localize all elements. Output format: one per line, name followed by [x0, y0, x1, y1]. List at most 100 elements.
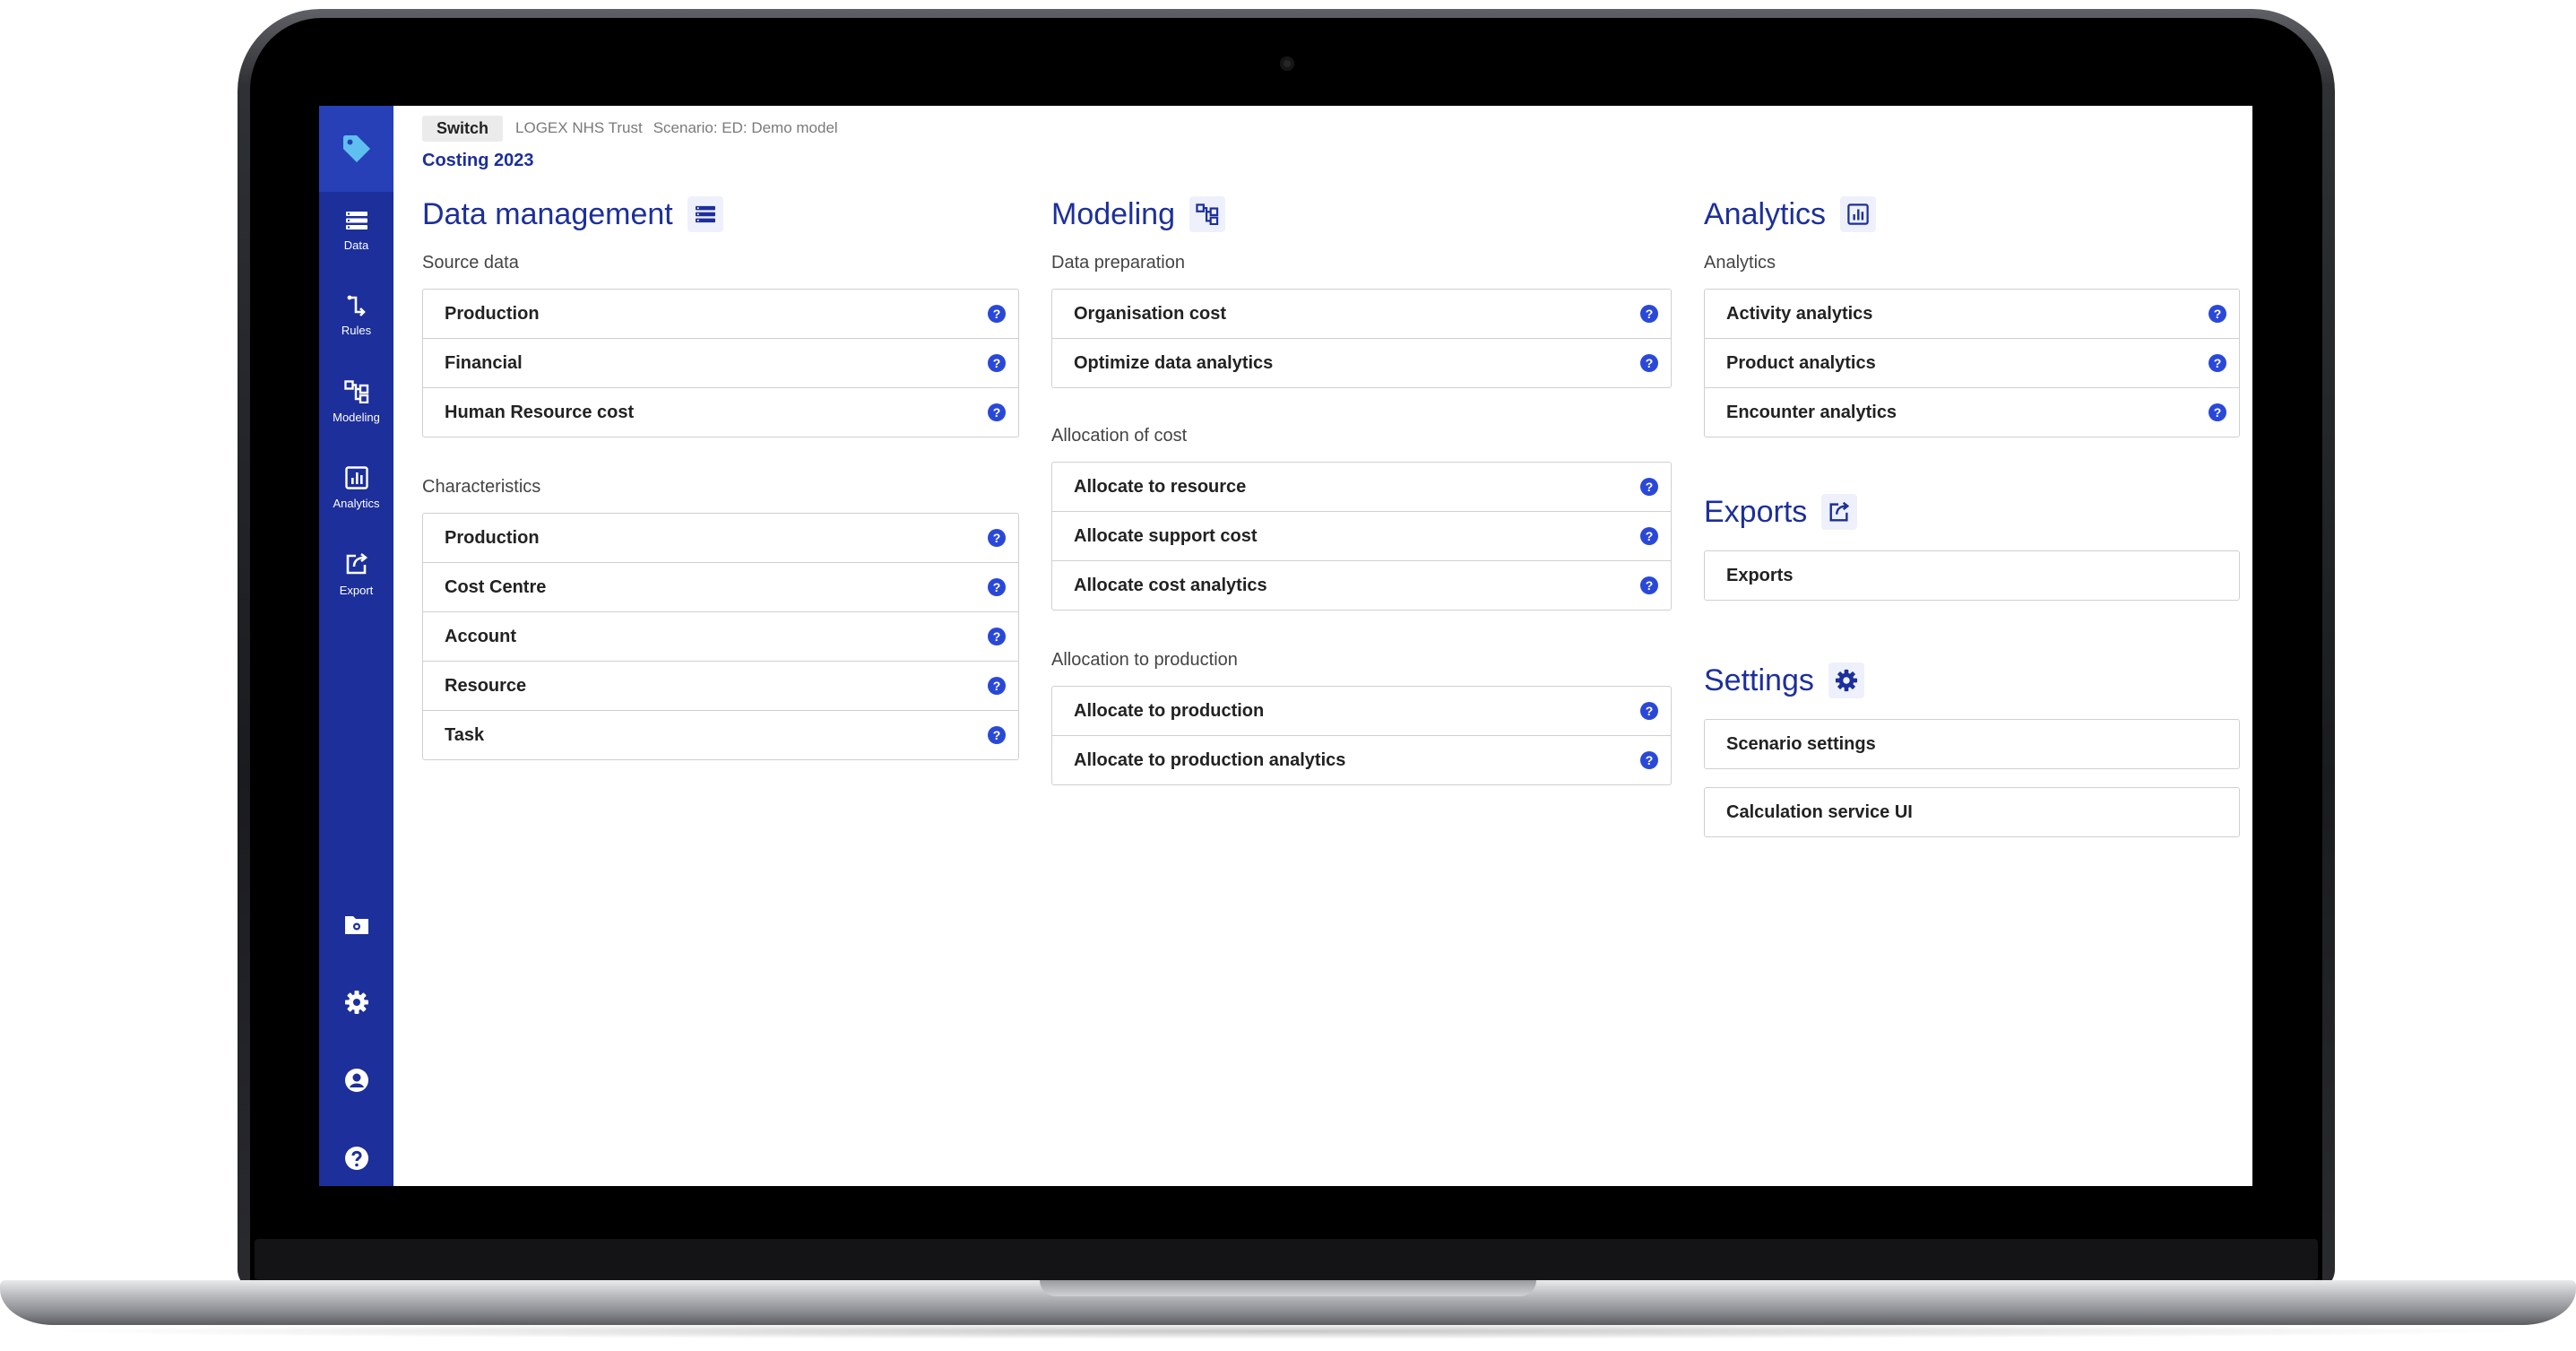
- tag-icon: [342, 135, 370, 162]
- list-item[interactable]: Organisation cost?: [1052, 290, 1671, 339]
- hierarchy-icon: [1196, 204, 1219, 225]
- list-icon: [345, 212, 367, 229]
- group-label-allocation-to-production: Allocation to production: [1051, 650, 1238, 670]
- sidebar-item-export[interactable]: Export: [319, 551, 393, 623]
- help-icon[interactable]: ?: [1640, 478, 1658, 496]
- list-item[interactable]: Allocate to production?: [1052, 687, 1671, 736]
- section-title: Data management: [422, 196, 673, 231]
- help-icon[interactable]: ?: [2209, 354, 2226, 372]
- user-button[interactable]: [319, 1062, 393, 1098]
- settings-icon-box: [1828, 663, 1864, 698]
- folder-settings-button[interactable]: [319, 906, 393, 942]
- group-label-data-preparation: Data preparation: [1051, 253, 1185, 273]
- section-title: Settings: [1704, 663, 1814, 697]
- item-label: Organisation cost: [1074, 303, 1227, 324]
- help-icon[interactable]: ?: [1640, 305, 1658, 323]
- sidebar-item-analytics[interactable]: Analytics: [319, 466, 393, 538]
- help-icon[interactable]: ?: [988, 578, 1006, 596]
- list-item[interactable]: Human Resource cost?: [423, 388, 1018, 437]
- item-label: Allocate to resource: [1074, 476, 1247, 497]
- list-item[interactable]: Allocate to resource?: [1052, 463, 1671, 512]
- list-item[interactable]: Account?: [423, 612, 1018, 662]
- calculation-service-card: Calculation service UI: [1704, 787, 2240, 837]
- hierarchy-icon: [343, 380, 368, 403]
- help-icon[interactable]: ?: [1640, 576, 1658, 594]
- data-management-heading: Data management: [422, 192, 1019, 237]
- switch-button[interactable]: Switch: [422, 115, 504, 142]
- item-label: Allocate support cost: [1074, 525, 1258, 546]
- help-icon[interactable]: ?: [988, 529, 1006, 547]
- laptop-notch: [1040, 1280, 1536, 1296]
- item-label: Task: [445, 724, 485, 745]
- list-item[interactable]: Production?: [423, 514, 1018, 563]
- group-label-allocation-of-cost: Allocation of cost: [1051, 426, 1188, 446]
- item-label: Allocate cost analytics: [1074, 575, 1267, 595]
- list-item[interactable]: Task?: [423, 711, 1018, 759]
- organisation-name: LOGEX NHS Trust: [515, 119, 643, 136]
- sidebar-item-label: Data: [343, 238, 369, 252]
- settings-heading: Settings: [1704, 658, 2240, 703]
- list-item[interactable]: Financial?: [423, 339, 1018, 388]
- sidebar-item-rules[interactable]: Rules: [319, 295, 393, 367]
- sidebar-item-label: Rules: [341, 324, 372, 337]
- help-icon[interactable]: ?: [1640, 354, 1658, 372]
- export-icon: [346, 552, 367, 575]
- list-item[interactable]: Production?: [423, 290, 1018, 339]
- sidebar-item-modeling[interactable]: Modeling: [319, 380, 393, 452]
- app-logo[interactable]: [319, 106, 393, 192]
- section-title: Exports: [1704, 494, 1808, 529]
- sidebar-item-label: Modeling: [333, 411, 380, 424]
- sidebar-item-label: Analytics: [333, 497, 380, 510]
- scenario-settings-item[interactable]: Scenario settings: [1705, 720, 2239, 768]
- list-item[interactable]: Product analytics?: [1705, 339, 2239, 388]
- list-item[interactable]: Allocate cost analytics?: [1052, 561, 1671, 610]
- help-icon[interactable]: ?: [2209, 403, 2226, 421]
- group-label-analytics: Analytics: [1704, 253, 1776, 273]
- list-icon: [695, 205, 715, 223]
- sidebar-item-data[interactable]: Data: [319, 210, 393, 281]
- source-data-list: Production? Financial? Human Resource co…: [422, 289, 1019, 437]
- list-item[interactable]: Cost Centre?: [423, 563, 1018, 612]
- allocation-to-production-list: Allocate to production? Allocate to prod…: [1051, 686, 1672, 785]
- item-label: Scenario settings: [1726, 733, 1876, 754]
- section-title: Analytics: [1704, 196, 1827, 231]
- help-icon[interactable]: ?: [2209, 305, 2226, 323]
- help-icon[interactable]: ?: [988, 403, 1006, 421]
- gear-icon: [1835, 669, 1857, 692]
- help-icon[interactable]: ?: [988, 628, 1006, 645]
- help-icon[interactable]: ?: [1640, 702, 1658, 720]
- group-label-source-data: Source data: [422, 253, 519, 273]
- costing-link[interactable]: Costing 2023: [422, 151, 533, 171]
- user-icon: [344, 1069, 368, 1092]
- camera-icon: [1280, 56, 1294, 71]
- help-icon[interactable]: ?: [988, 354, 1006, 372]
- item-label: Allocate to production: [1074, 700, 1265, 721]
- list-item[interactable]: Encounter analytics?: [1705, 388, 2239, 437]
- help-icon[interactable]: ?: [1640, 527, 1658, 545]
- modeling-icon-box: [1189, 196, 1225, 232]
- export-icon: [1829, 501, 1850, 522]
- list-item[interactable]: Allocate support cost?: [1052, 512, 1671, 561]
- settings-button[interactable]: [319, 984, 393, 1020]
- data-management-column: Data management Source data Production? …: [422, 192, 1019, 796]
- list-item[interactable]: Optimize data analytics?: [1052, 339, 1671, 387]
- list-item[interactable]: Allocate to production analytics?: [1052, 736, 1671, 784]
- help-icon[interactable]: ?: [1640, 751, 1658, 769]
- data-management-icon-box: [687, 196, 723, 232]
- help-icon[interactable]: ?: [988, 726, 1006, 744]
- exports-item[interactable]: Exports: [1705, 551, 2239, 600]
- gear-icon: [344, 991, 368, 1014]
- characteristics-list: Production? Cost Centre? Account? Resour…: [422, 513, 1019, 760]
- help-icon[interactable]: ?: [988, 677, 1006, 695]
- folder-settings-icon: [344, 916, 368, 934]
- rules-icon: [347, 295, 366, 316]
- help-icon[interactable]: ?: [988, 305, 1006, 323]
- exports-heading: Exports: [1704, 489, 2240, 534]
- analytics-heading: Analytics: [1704, 192, 2240, 237]
- exports-list: Exports: [1704, 550, 2240, 601]
- item-label: Exports: [1726, 565, 1794, 585]
- calculation-service-item[interactable]: Calculation service UI: [1705, 788, 2239, 836]
- list-item[interactable]: Activity analytics?: [1705, 290, 2239, 339]
- list-item[interactable]: Resource?: [423, 662, 1018, 711]
- help-button[interactable]: [319, 1140, 393, 1176]
